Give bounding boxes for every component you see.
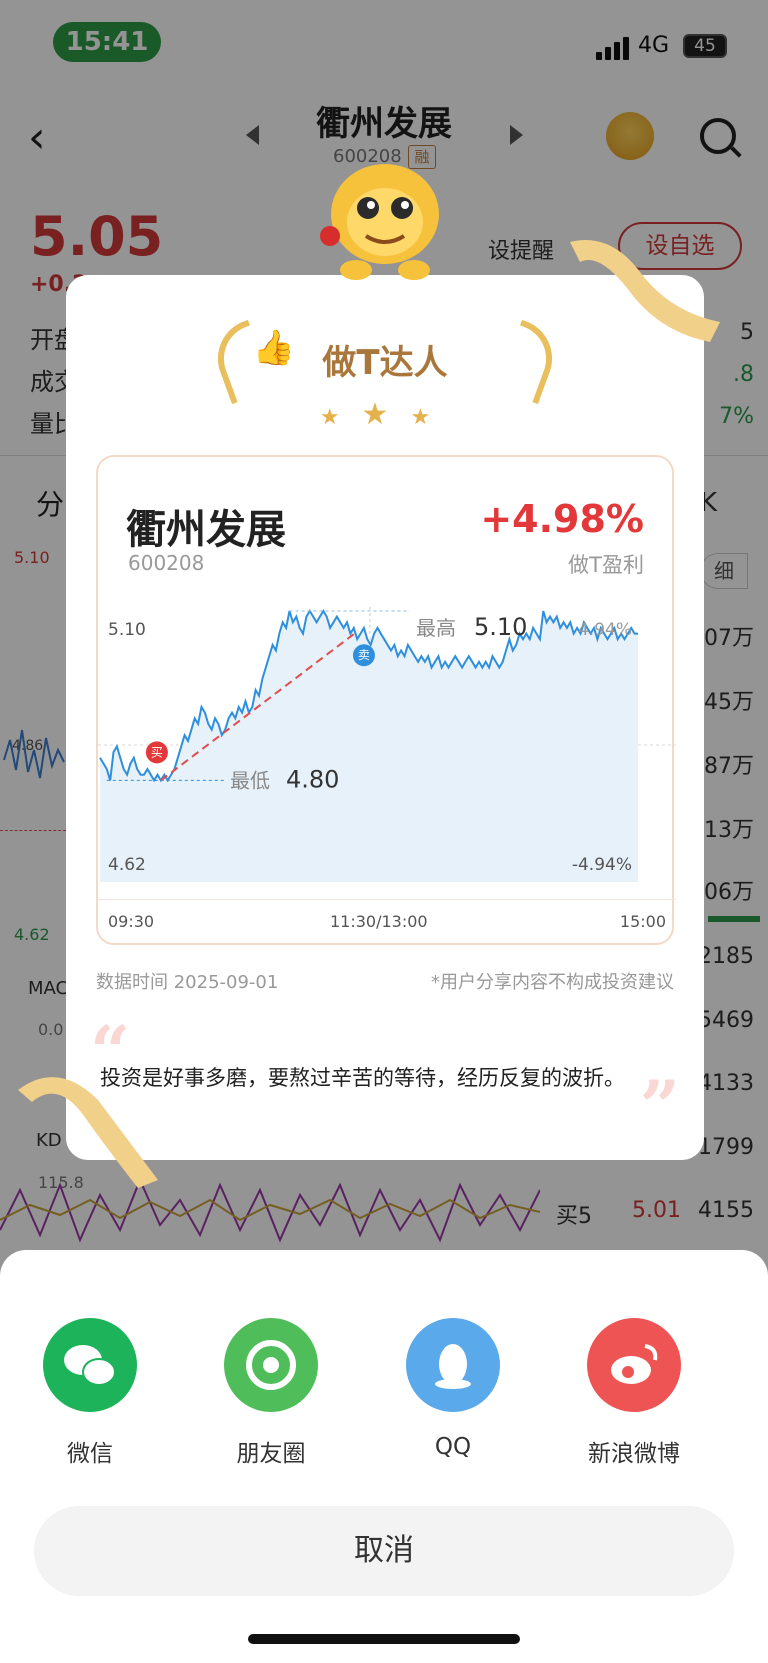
profit-label: 做T盈利 bbox=[568, 553, 644, 577]
stock-code: 600208 bbox=[128, 551, 205, 575]
high-value: 5.10 bbox=[474, 613, 527, 641]
x-tick: 15:00 bbox=[619, 912, 666, 931]
profit-percent: +4.98% bbox=[480, 497, 644, 541]
lion-mascot-icon bbox=[320, 164, 439, 280]
share-weibo[interactable]: 新浪微博 bbox=[574, 1318, 694, 1468]
disclaimer: *用户分享内容不构成投资建议 bbox=[431, 972, 674, 993]
ribbon-right-icon bbox=[570, 240, 720, 342]
high-label: 最高 bbox=[416, 616, 456, 640]
share-sheet: 微信 朋友圈 QQ 新浪微博 取消 bbox=[0, 1250, 768, 1663]
x-axis: 09:30 11:30/13:00 15:00 bbox=[98, 899, 676, 945]
low-value: 4.80 bbox=[286, 765, 339, 793]
moments-icon[interactable] bbox=[224, 1318, 318, 1412]
stock-result-panel: 衢州发展 600208 +4.98% 做T盈利 买 卖 5.10 4.62 4.… bbox=[96, 455, 676, 945]
sell-marker: 卖 bbox=[352, 644, 375, 667]
share-label: 新浪微博 bbox=[588, 1441, 680, 1467]
share-wechat[interactable]: 微信 bbox=[30, 1318, 150, 1468]
ribbon-left-icon bbox=[18, 1077, 158, 1188]
x-tick: 11:30/13:00 bbox=[330, 912, 428, 931]
share-label: 朋友圈 bbox=[236, 1441, 306, 1467]
svg-text:买: 买 bbox=[151, 745, 163, 759]
share-card: 👍 做T达人 ★★★ 衢州发展 600208 +4.98% 做T盈利 买 卖 5… bbox=[66, 275, 704, 1160]
intraday-chart: 买 卖 5.10 4.62 4.94% -4.94% 最高 5.10 最低 4.… bbox=[98, 607, 676, 882]
qq-icon[interactable] bbox=[406, 1318, 500, 1412]
quote-text: 投资是好事多磨，要熬过辛苦的等待，经历反复的波折。 bbox=[100, 1066, 625, 1090]
data-date: 数据时间 2025-09-01 bbox=[96, 972, 279, 993]
cancel-button[interactable]: 取消 bbox=[34, 1506, 734, 1596]
svg-text:卖: 卖 bbox=[358, 648, 370, 662]
weibo-icon[interactable] bbox=[587, 1318, 681, 1412]
buy-marker: 买 bbox=[145, 741, 168, 764]
stars-icon: ★★★ bbox=[319, 397, 453, 432]
share-qq[interactable]: QQ bbox=[393, 1318, 513, 1460]
share-label: 微信 bbox=[67, 1441, 113, 1467]
y-tick-top: 5.10 bbox=[108, 620, 146, 640]
y-pct-top: 4.94% bbox=[578, 620, 632, 640]
x-tick: 09:30 bbox=[108, 912, 155, 931]
home-indicator bbox=[248, 1634, 520, 1644]
y-tick-bottom: 4.62 bbox=[108, 855, 146, 875]
share-moments[interactable]: 朋友圈 bbox=[211, 1318, 331, 1468]
y-pct-bottom: -4.94% bbox=[572, 855, 632, 875]
stock-name: 衢州发展 bbox=[126, 507, 286, 553]
low-label: 最低 bbox=[230, 768, 270, 792]
wechat-icon[interactable] bbox=[43, 1318, 137, 1412]
share-label: QQ bbox=[434, 1434, 472, 1460]
screen: 15:41 4G 45 ‹ 衢州发展 600208 融 5.05 +0.2 开盘… bbox=[0, 0, 768, 1663]
